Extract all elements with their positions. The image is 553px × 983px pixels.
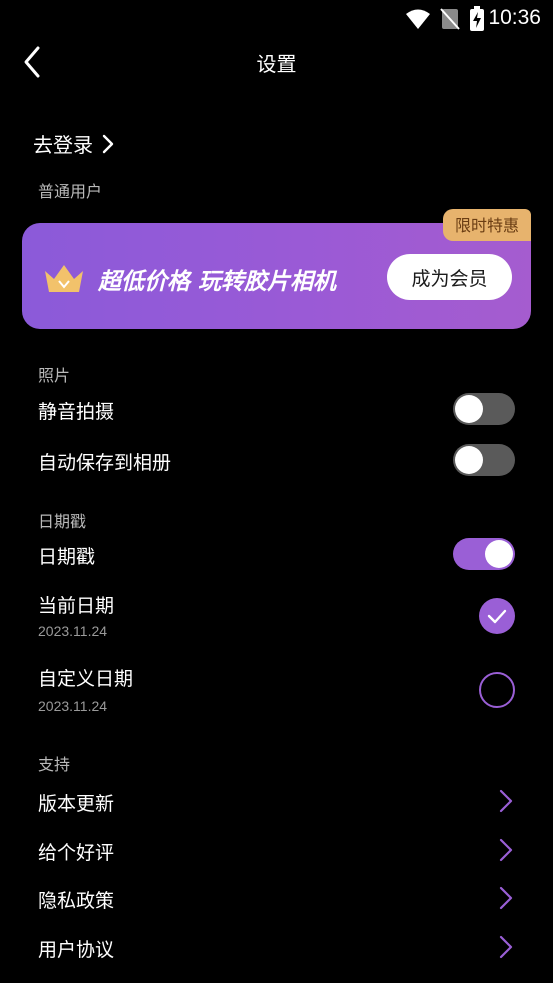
current-date-radio[interactable] bbox=[479, 598, 515, 634]
vip-slogan: 超低价格 玩转胶片相机 bbox=[98, 269, 337, 295]
support-item-version-update[interactable]: 版本更新 bbox=[38, 789, 114, 816]
auto-save-label: 自动保存到相册 bbox=[38, 452, 172, 474]
login-label: 去登录 bbox=[33, 133, 93, 157]
section-title-support: 支持 bbox=[38, 755, 71, 774]
check-icon bbox=[487, 609, 507, 624]
support-item-rate-us[interactable]: 给个好评 bbox=[38, 838, 114, 865]
crown-icon bbox=[45, 265, 83, 292]
auto-save-toggle[interactable] bbox=[453, 444, 515, 476]
toggle-knob bbox=[455, 446, 483, 474]
login-link[interactable]: 去登录 bbox=[33, 129, 115, 158]
chevron-right-icon[interactable] bbox=[497, 885, 515, 911]
custom-date-label: 自定义日期 bbox=[38, 668, 134, 690]
date-stamp-toggle[interactable] bbox=[453, 538, 515, 570]
toggle-knob bbox=[455, 395, 483, 423]
section-title-photo: 照片 bbox=[38, 366, 71, 385]
current-date-value: 2023.11.24 bbox=[38, 623, 108, 639]
battery-charging-icon bbox=[470, 6, 484, 31]
status-icons bbox=[405, 6, 485, 32]
support-item-user-agreement[interactable]: 用户协议 bbox=[38, 935, 114, 962]
chevron-right-icon[interactable] bbox=[497, 788, 515, 814]
status-time: 10:36 bbox=[488, 6, 541, 29]
toggle-knob bbox=[485, 540, 513, 568]
custom-date-value: 2023.11.24 bbox=[38, 698, 108, 714]
silent-shooting-label: 静音拍摄 bbox=[38, 401, 115, 423]
date-stamp-label: 日期戳 bbox=[38, 546, 96, 568]
become-member-button[interactable]: 成为会员 bbox=[387, 254, 512, 300]
promo-badge: 限时特惠 bbox=[442, 209, 531, 241]
user-type: 普通用户 bbox=[38, 182, 103, 201]
vip-banner[interactable]: 限时特惠 超低价格 玩转胶片相机 成为会员 bbox=[22, 209, 531, 329]
section-title-date: 日期戳 bbox=[38, 512, 87, 531]
no-signal-icon bbox=[440, 8, 460, 30]
chevron-right-icon[interactable] bbox=[497, 934, 515, 960]
current-date-label: 当前日期 bbox=[38, 595, 115, 617]
support-item-privacy-policy[interactable]: 隐私政策 bbox=[38, 886, 114, 913]
page-title: 设置 bbox=[256, 52, 297, 76]
chevron-right-icon[interactable] bbox=[497, 837, 515, 863]
custom-date-radio[interactable] bbox=[479, 672, 515, 708]
wifi-icon bbox=[406, 9, 430, 29]
chevron-right-icon bbox=[102, 134, 114, 153]
silent-shooting-toggle[interactable] bbox=[453, 393, 515, 425]
